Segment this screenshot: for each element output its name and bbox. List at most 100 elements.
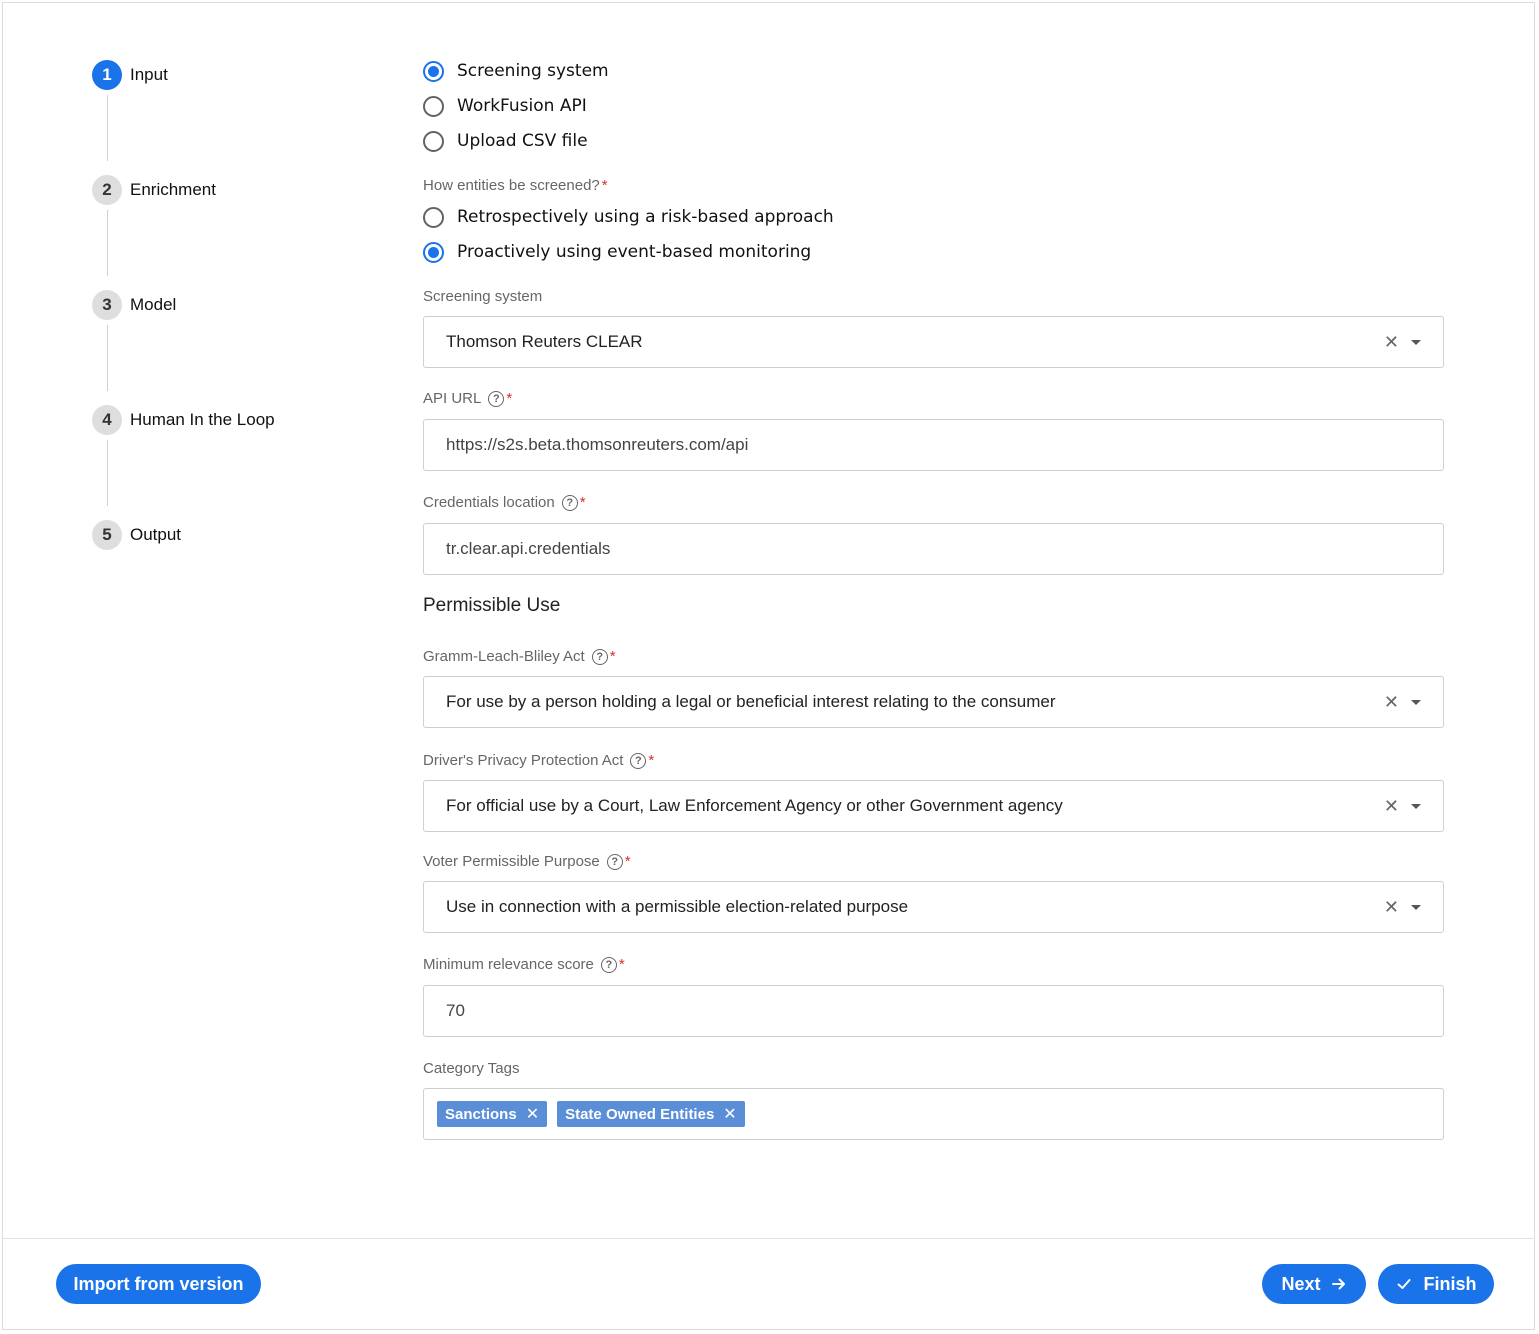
step-connector <box>107 440 108 506</box>
tag-chip: Sanctions ✕ <box>437 1101 548 1127</box>
step-connector <box>107 95 108 161</box>
caret-down-icon[interactable] <box>1411 699 1421 705</box>
field-label-text: Credentials location <box>423 494 555 511</box>
help-circle-icon[interactable]: ? <box>591 648 608 665</box>
radio-proactive[interactable]: Proactively using event-based monitoring <box>423 237 811 267</box>
caret-down-icon[interactable] <box>1411 803 1421 809</box>
import-from-version-button[interactable]: Import from version <box>56 1264 261 1304</box>
next-button[interactable]: Next <box>1262 1264 1366 1304</box>
step-enrichment[interactable]: 2 Enrichment <box>92 174 216 206</box>
radio-button[interactable] <box>423 95 444 117</box>
help-circle-icon[interactable]: ? <box>606 853 623 870</box>
required-marker: * <box>618 956 625 973</box>
radio-retrospective[interactable]: Retrospectively using a risk-based appro… <box>423 202 834 232</box>
step-output[interactable]: 5 Output <box>92 519 181 551</box>
required-marker: * <box>609 648 616 665</box>
step-number: 4 <box>92 405 122 435</box>
button-label: Import from version <box>73 1273 244 1294</box>
close-icon[interactable]: ✕ <box>723 1104 736 1124</box>
select-value: Use in connection with a permissible ele… <box>446 897 909 916</box>
select-value: For official use by a Court, Law Enforce… <box>446 796 1063 815</box>
radio-button[interactable] <box>423 60 444 82</box>
voter-purpose-select[interactable]: Use in connection with a permissible ele… <box>423 881 1444 933</box>
step-label: Human In the Loop <box>130 410 275 429</box>
radio-label: WorkFusion API <box>457 96 587 116</box>
step-label: Model <box>130 295 177 314</box>
api-url-label: API URL ? * <box>423 390 512 407</box>
min-relevance-label: Minimum relevance score ? * <box>423 956 625 973</box>
radio-label: Retrospectively using a risk-based appro… <box>457 207 834 227</box>
button-label: Next <box>1281 1273 1321 1294</box>
step-model[interactable]: 3 Model <box>92 289 176 321</box>
glba-label: Gramm-Leach-Bliley Act ? * <box>423 648 616 665</box>
category-tags-input[interactable]: Sanctions ✕ State Owned Entities ✕ <box>423 1088 1444 1140</box>
caret-down-icon[interactable] <box>1411 339 1421 345</box>
close-icon[interactable]: ✕ <box>1384 692 1399 713</box>
step-number: 3 <box>92 290 122 320</box>
required-marker: * <box>506 390 513 407</box>
voter-purpose-label: Voter Permissible Purpose ? * <box>423 853 631 870</box>
api-url-input[interactable] <box>423 419 1444 471</box>
step-label: Enrichment <box>130 180 216 199</box>
step-input[interactable]: 1 Input <box>92 59 168 91</box>
step-connector <box>107 325 108 391</box>
radio-label: Proactively using event-based monitoring <box>457 242 812 262</box>
step-label: Output <box>130 525 182 544</box>
step-label: Input <box>130 65 168 84</box>
select-value: Thomson Reuters CLEAR <box>446 332 643 351</box>
field-label-text: API URL <box>423 390 482 407</box>
credentials-field[interactable] <box>446 539 1421 559</box>
field-label-text: How entities be screened? <box>423 177 600 194</box>
field-label-text: Driver's Privacy Protection Act <box>423 752 624 769</box>
credentials-label: Credentials location ? * <box>423 494 586 511</box>
help-circle-icon[interactable]: ? <box>600 956 617 973</box>
close-icon[interactable]: ✕ <box>1384 897 1399 918</box>
close-icon[interactable]: ✕ <box>1384 332 1399 353</box>
check-icon <box>1396 1276 1412 1292</box>
tag-label: State Owned Entities <box>565 1105 715 1123</box>
min-relevance-input[interactable] <box>423 985 1444 1037</box>
step-number: 1 <box>92 60 122 90</box>
footer-divider <box>3 1238 1535 1239</box>
select-value: For use by a person holding a legal or b… <box>446 692 1056 711</box>
help-circle-icon[interactable]: ? <box>488 390 505 407</box>
close-icon[interactable]: ✕ <box>1384 796 1399 817</box>
step-human-in-the-loop[interactable]: 4 Human In the Loop <box>92 404 275 436</box>
screening-system-select[interactable]: Thomson Reuters CLEAR ✕ <box>423 316 1444 368</box>
min-relevance-field[interactable] <box>446 1001 1421 1021</box>
radio-button[interactable] <box>423 241 444 263</box>
radio-button[interactable] <box>423 206 444 228</box>
arrow-right-icon <box>1331 1276 1347 1292</box>
caret-down-icon[interactable] <box>1411 904 1421 910</box>
help-circle-icon[interactable]: ? <box>561 494 578 511</box>
field-label-text: Voter Permissible Purpose <box>423 853 600 870</box>
dppa-select[interactable]: For official use by a Court, Law Enforce… <box>423 780 1444 832</box>
required-marker: * <box>624 853 631 870</box>
radio-screening-system[interactable]: Screening system <box>423 56 609 86</box>
help-circle-icon[interactable]: ? <box>630 752 647 769</box>
screening-mode-label: How entities be screened? * <box>423 177 608 194</box>
button-label: Finish <box>1423 1273 1477 1294</box>
required-marker: * <box>648 752 655 769</box>
radio-upload-csv[interactable]: Upload CSV file <box>423 126 588 156</box>
field-label-text: Category Tags <box>423 1060 520 1077</box>
step-number: 5 <box>92 520 122 550</box>
glba-select[interactable]: For use by a person holding a legal or b… <box>423 676 1444 728</box>
field-label-text: Minimum relevance score <box>423 956 594 973</box>
api-url-field[interactable] <box>446 435 1421 455</box>
credentials-input[interactable] <box>423 523 1444 575</box>
field-label-text: Screening system <box>423 288 543 305</box>
dppa-label: Driver's Privacy Protection Act ? * <box>423 752 654 769</box>
close-icon[interactable]: ✕ <box>526 1104 539 1124</box>
step-connector <box>107 210 108 276</box>
radio-label: Upload CSV file <box>457 131 588 151</box>
radio-workfusion-api[interactable]: WorkFusion API <box>423 91 587 121</box>
permissible-use-title: Permissible Use <box>423 595 561 616</box>
field-label-text: Gramm-Leach-Bliley Act <box>423 648 585 665</box>
finish-button[interactable]: Finish <box>1378 1264 1494 1304</box>
tag-chip: State Owned Entities ✕ <box>557 1101 745 1127</box>
category-tags-label: Category Tags <box>423 1060 519 1077</box>
step-number: 2 <box>92 175 122 205</box>
tag-label: Sanctions <box>445 1105 517 1123</box>
radio-button[interactable] <box>423 130 444 152</box>
